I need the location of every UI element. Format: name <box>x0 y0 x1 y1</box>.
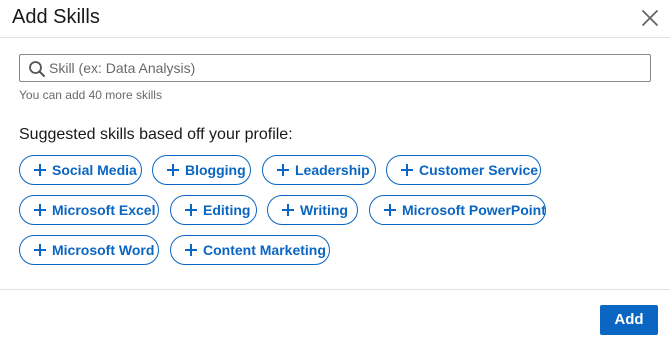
plus-icon <box>277 164 289 176</box>
skill-search-field[interactable] <box>19 54 651 82</box>
add-skills-modal: Add Skills You can add 40 more skills Su… <box>0 0 670 345</box>
skill-pill-label: Blogging <box>185 162 246 178</box>
skill-pill-label: Customer Service <box>419 162 539 178</box>
skill-pill-microsoft-powerpoint[interactable]: Microsoft PowerPoint <box>369 195 546 225</box>
skill-pill-microsoft-excel[interactable]: Microsoft Excel <box>19 195 159 225</box>
skill-pill-content-marketing[interactable]: Content Marketing <box>170 235 330 265</box>
skill-pill-label: Microsoft Excel <box>52 202 156 218</box>
skill-pill-microsoft-word[interactable]: Microsoft Word <box>19 235 159 265</box>
skill-pill-label: Microsoft Word <box>52 242 155 258</box>
search-icon <box>29 61 45 77</box>
skill-pill-customer-service[interactable]: Customer Service <box>386 155 541 185</box>
plus-icon <box>185 204 197 216</box>
add-button[interactable]: Add <box>600 305 658 335</box>
skill-pill-leadership[interactable]: Leadership <box>262 155 376 185</box>
plus-icon <box>185 244 197 256</box>
skill-pill-label: Content Marketing <box>203 242 326 258</box>
suggested-skills-heading: Suggested skills based off your profile: <box>19 126 293 143</box>
modal-footer: Add <box>0 289 670 345</box>
skill-pill-writing[interactable]: Writing <box>267 195 358 225</box>
skill-pill-editing[interactable]: Editing <box>170 195 257 225</box>
skill-pill-label: Editing <box>203 202 251 218</box>
skill-search-input[interactable] <box>49 55 639 81</box>
skill-pill-label: Social Media <box>52 162 137 178</box>
skills-remaining-text: You can add 40 more skills <box>19 88 162 102</box>
close-icon <box>642 10 658 26</box>
plus-icon <box>167 164 179 176</box>
skill-pill-blogging[interactable]: Blogging <box>152 155 251 185</box>
plus-icon <box>282 204 294 216</box>
skill-pill-social-media[interactable]: Social Media <box>19 155 142 185</box>
modal-header: Add Skills <box>0 0 670 38</box>
skill-pill-label: Leadership <box>295 162 370 178</box>
plus-icon <box>384 204 396 216</box>
modal-title: Add Skills <box>12 6 100 28</box>
plus-icon <box>34 204 46 216</box>
skill-pill-label: Microsoft PowerPoint <box>402 202 546 218</box>
close-button[interactable] <box>638 6 662 30</box>
plus-icon <box>401 164 413 176</box>
plus-icon <box>34 244 46 256</box>
plus-icon <box>34 164 46 176</box>
skill-pill-label: Writing <box>300 202 348 218</box>
